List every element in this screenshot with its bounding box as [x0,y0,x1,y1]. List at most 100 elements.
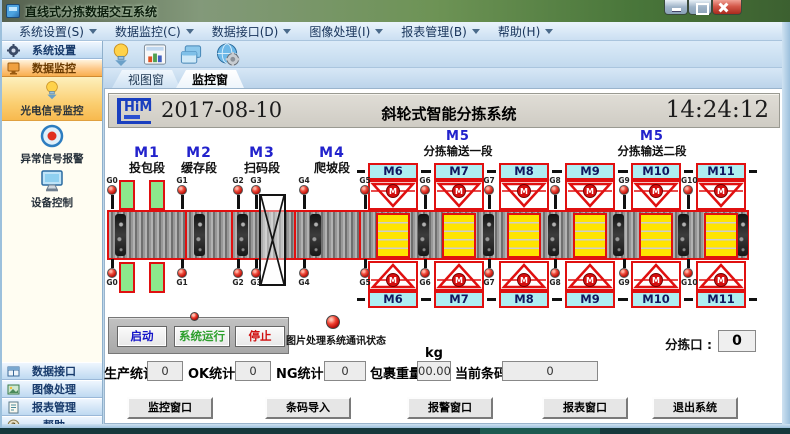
sorter-module: M10 M M [628,163,684,308]
maximize-icon[interactable] [688,0,712,15]
window-title: 直线式分拣数据交互系统 [25,3,157,20]
start-button[interactable]: 启动 [117,326,167,347]
sidebar-item-photoelectric-monitor[interactable]: 光电信号监控 [2,77,102,121]
sidebar-item-label: 异常信号报警 [21,151,84,166]
sensor-id-top: G2 [231,176,245,185]
sorter-label-top: M8 [499,163,549,180]
lamp-icon [42,80,62,100]
toolbar [2,41,790,68]
minimize-icon[interactable] [664,0,688,15]
app-icon [6,4,20,18]
sensor-led-icon [107,185,117,195]
photo-sensor: G3 G3 [249,176,263,288]
menu-item[interactable]: 数据监控(C) [106,22,203,40]
diverter-top: M [696,180,746,210]
menu-item-label: 报表管理(B) [401,23,467,40]
photo-sensor: G2 G2 [231,176,245,288]
menu-item[interactable]: 报表管理(B) [392,22,489,40]
sensor-id-bottom: G7 [482,278,496,287]
diverter-motor-icon: M [649,273,663,287]
sensor-id-top: G8 [548,176,562,185]
diverter-bottom: M [434,261,484,291]
tab-label: 监控窗 [192,71,228,88]
zone-label: M5 分拣输送一段 [393,129,523,158]
diverter-top: M [368,180,418,210]
sidebar-group-data-monitor[interactable]: 数据监控 [2,59,102,77]
sorter-module: M8 M M [496,163,552,308]
monitor-icon [40,170,64,192]
sidebar-item-abnormal-signal-alarm[interactable]: 异常信号报警 [2,121,102,168]
diverter-motor-icon: M [452,273,466,287]
run-control-panel: 启动 系统运行 停止 [108,317,289,354]
sensor-id-top: G1 [175,176,189,185]
sorter-label-bottom: M7 [434,291,484,308]
footer-button[interactable]: 报表窗口 [542,397,628,419]
zone-id: M5 [393,129,523,144]
menu-item-label: 数据接口(D) [212,23,279,40]
chevron-down-icon [89,29,97,34]
footer-button[interactable]: 监控窗口 [127,397,213,419]
stop-button[interactable]: 停止 [235,326,285,347]
diverter-motor-icon: M [583,184,597,198]
menu-item[interactable]: 图像处理(I) [300,22,392,40]
photo-sensor: G10 G10 [681,176,695,288]
menu-item[interactable]: 系统设置(S) [10,22,106,40]
tab-view-window[interactable]: 视图窗 [112,70,180,88]
globe-gear-toolbar-icon[interactable] [215,42,241,67]
footer-button[interactable]: 条码导入 [265,397,351,419]
chart-window-toolbar-icon[interactable] [142,42,168,67]
sensor-id-top: G9 [617,176,631,185]
sidebar-group-system-settings[interactable]: 系统设置 [2,41,102,59]
sensor-id-top: G6 [418,176,432,185]
diverter-top: M [565,180,615,210]
sensor-id-top: G0 [105,176,119,185]
sensor-stem [237,259,240,268]
cascade-windows-toolbar-icon[interactable] [178,42,204,67]
sensor-stem [424,259,427,268]
sidebar-group-image-processing[interactable]: 图像处理 [2,380,102,398]
sort-port-value: 0 [718,330,756,352]
sensor-id-bottom: G2 [231,278,245,287]
sorter-label-bottom: M6 [368,291,418,308]
belt-divider [294,212,296,258]
skew-wheel-section [507,213,541,258]
chevron-down-icon [472,29,480,34]
sensor-led-icon [484,185,494,195]
comm-status-led-icon [326,315,340,329]
run-status-led-icon [190,312,199,321]
sensor-led-icon [251,185,261,195]
logo-text: HiM [124,101,151,114]
loading-chute [149,180,165,210]
sensor-led-icon [251,268,261,278]
sorter-module: M6 M M [365,163,421,308]
footer-button[interactable]: 退出系统 [652,397,738,419]
sort-port-label: 分拣口 : [640,334,712,353]
close-icon[interactable] [712,0,742,15]
sensor-id-top: G10 [681,176,695,185]
menu-item[interactable]: 帮助(H) [489,22,562,40]
scanner-gate [259,194,286,286]
menu-item[interactable]: 数据接口(D) [203,22,301,40]
sensor-id-bottom: G8 [548,278,562,287]
logo-bar [124,115,140,119]
current-time: 14:24:12 [666,97,769,123]
photo-sensor: G7 G7 [482,176,496,288]
menu-item-label: 数据监控(C) [115,23,181,40]
sorter-label-top: M10 [631,163,681,180]
sidebar-group-data-interface[interactable]: 数据接口 [2,362,102,380]
sorter-label-top: M6 [368,163,418,180]
diverter-motor-icon: M [386,273,400,287]
diverter-top: M [631,180,681,210]
data-grid-icon [7,365,20,378]
header-strip: HiM 2017-08-10 斜轮式智能分拣系统 14:24:12 [108,93,780,128]
diverter-bottom: M [368,261,418,291]
tab-monitor-window[interactable]: 监控窗 [176,70,244,88]
sidebar-item-device-control[interactable]: 设备控制 [2,168,102,212]
system-running-button[interactable]: 系统运行 [174,326,230,347]
footer-button[interactable]: 报警窗口 [407,397,493,419]
lamp-toolbar-icon[interactable] [108,42,134,67]
diverter-motor-icon: M [517,184,531,198]
sensor-stem [181,259,184,268]
sidebar-group-report-management[interactable]: 报表管理 [2,398,102,416]
sensor-stem [303,259,306,268]
